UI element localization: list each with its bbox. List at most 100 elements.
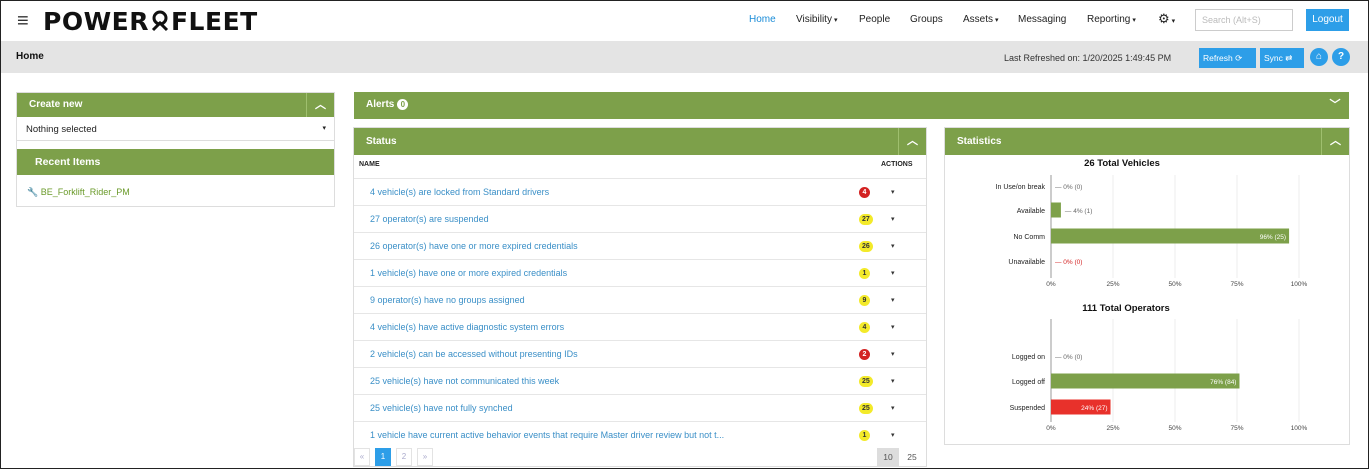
nav-assets[interactable]: Assets ▾: [963, 14, 999, 25]
app-window: ≡ POWER FLEET Home Visibility ▾ People Gro…: [0, 0, 1369, 469]
category-label: Available: [1017, 208, 1045, 215]
page-size-25[interactable]: 25: [901, 448, 923, 466]
status-row-link[interactable]: 25 vehicle(s) have not communicated this…: [370, 376, 559, 386]
logout-button[interactable]: Logout: [1306, 9, 1349, 31]
status-row[interactable]: 26 operator(s) have one or more expired …: [354, 232, 926, 259]
x-tick-label: 25%: [1106, 281, 1119, 288]
x-tick-label: 75%: [1230, 425, 1243, 432]
status-row[interactable]: 1 vehicle(s) have one or more expired cr…: [354, 259, 926, 286]
pagination-page-1[interactable]: 1: [375, 448, 391, 466]
status-row-link[interactable]: 1 vehicle(s) have one or more expired cr…: [370, 268, 567, 278]
bar: [1051, 202, 1061, 218]
favorite-home-icon[interactable]: ⌂: [1310, 48, 1328, 66]
category-label: Unavailable: [1008, 259, 1045, 266]
x-tick-label: 0%: [1046, 281, 1056, 288]
x-tick-label: 0%: [1046, 425, 1056, 432]
data-label: — 0% (0): [1055, 354, 1082, 361]
create-new-header: Create new ︿: [17, 93, 334, 117]
x-tick-label: 25%: [1106, 425, 1119, 432]
logo-text-right: FLEET: [170, 7, 258, 36]
chevron-down-icon: ▾: [995, 17, 999, 24]
search-input[interactable]: Search (Alt+S): [1195, 9, 1293, 31]
row-actions-dropdown-icon[interactable]: ▾: [891, 404, 895, 412]
nav-people[interactable]: People: [859, 14, 890, 25]
create-new-select[interactable]: Nothing selected ▾: [17, 121, 334, 141]
alerts-count-badge: 0: [397, 99, 409, 110]
nav-groups[interactable]: Groups: [910, 14, 943, 25]
nav-messaging[interactable]: Messaging: [1018, 14, 1066, 25]
sync-button[interactable]: Sync ⇄: [1260, 48, 1304, 68]
status-title: Status: [366, 136, 397, 147]
collapse-icon[interactable]: ︿: [898, 128, 926, 155]
row-actions-dropdown-icon[interactable]: ▾: [891, 377, 895, 385]
nav-visibility[interactable]: Visibility ▾: [796, 14, 837, 25]
status-row[interactable]: 27 operator(s) are suspended 27 ▾: [354, 205, 926, 232]
hamburger-menu-icon[interactable]: ≡: [17, 9, 29, 33]
row-actions-dropdown-icon[interactable]: ▾: [891, 431, 895, 439]
row-actions-dropdown-icon[interactable]: ▾: [891, 215, 895, 223]
breadcrumb-bar: Home Last Refreshed on: 1/20/2025 1:49:4…: [1, 41, 1368, 73]
data-label: — 4% (1): [1065, 208, 1092, 215]
breadcrumb: Home: [16, 51, 44, 62]
help-button[interactable]: ?: [1332, 48, 1350, 66]
expand-icon[interactable]: ﹀: [1321, 92, 1349, 119]
status-row-link[interactable]: 25 vehicle(s) have not fully synched: [370, 403, 513, 413]
status-row[interactable]: 4 vehicle(s) have active diagnostic syst…: [354, 313, 926, 340]
status-row-link[interactable]: 9 operator(s) have no groups assigned: [370, 295, 525, 305]
column-name: NAME: [359, 161, 380, 168]
settings-gear-icon[interactable]: ⚙ ▾: [1158, 11, 1175, 27]
data-label: 96% (25): [1260, 234, 1286, 241]
status-count-badge: 25: [859, 403, 873, 414]
nav-home[interactable]: Home: [749, 14, 776, 25]
status-row-link[interactable]: 4 vehicle(s) are locked from Standard dr…: [370, 187, 549, 197]
statistics-header: Statistics ︿: [945, 128, 1349, 155]
data-label: — 0% (0): [1055, 184, 1082, 191]
pagination-page-2[interactable]: 2: [396, 448, 412, 466]
status-count-badge: 9: [859, 295, 870, 306]
data-label: 76% (84): [1210, 379, 1236, 386]
refresh-button[interactable]: Refresh ⟳: [1199, 48, 1256, 68]
x-tick-label: 50%: [1168, 425, 1181, 432]
alerts-header[interactable]: Alerts 0 ﹀: [354, 92, 1349, 119]
pagination-prev[interactable]: «: [354, 448, 370, 466]
alerts-title: Alerts: [366, 99, 395, 110]
collapse-icon[interactable]: ︿: [306, 93, 334, 117]
status-row-link[interactable]: 1 vehicle have current active behavior e…: [370, 430, 724, 440]
row-actions-dropdown-icon[interactable]: ▾: [891, 188, 895, 196]
create-new-title: Create new: [29, 99, 83, 110]
status-row-link[interactable]: 26 operator(s) have one or more expired …: [370, 241, 578, 251]
chevron-down-icon: ▾: [1132, 17, 1136, 24]
row-actions-dropdown-icon[interactable]: ▾: [891, 242, 895, 250]
status-table-header: NAME ACTIONS: [354, 156, 926, 174]
status-row[interactable]: 2 vehicle(s) can be accessed without pre…: [354, 340, 926, 367]
status-row-link[interactable]: 4 vehicle(s) have active diagnostic syst…: [370, 322, 564, 332]
logo-mark-icon: [151, 10, 169, 32]
status-row[interactable]: 9 operator(s) have no groups assigned 9 ▾: [354, 286, 926, 313]
category-label: No Comm: [1013, 234, 1045, 241]
nav-reporting[interactable]: Reporting ▾: [1087, 14, 1136, 25]
status-row-link[interactable]: 2 vehicle(s) can be accessed without pre…: [370, 349, 578, 359]
page-size-10[interactable]: 10: [877, 448, 899, 466]
row-actions-dropdown-icon[interactable]: ▾: [891, 350, 895, 358]
collapse-icon[interactable]: ︿: [1321, 128, 1349, 155]
status-count-badge: 4: [859, 322, 870, 333]
recent-item[interactable]: 🔧 BE_Forklift_Rider_PM: [27, 187, 130, 198]
row-actions-dropdown-icon[interactable]: ▾: [891, 269, 895, 277]
status-row[interactable]: 1 vehicle have current active behavior e…: [354, 421, 926, 448]
status-row[interactable]: 4 vehicle(s) are locked from Standard dr…: [354, 178, 926, 205]
status-row[interactable]: 25 vehicle(s) have not communicated this…: [354, 367, 926, 394]
bar: [1051, 228, 1290, 244]
status-row[interactable]: 25 vehicle(s) have not fully synched 25 ▾: [354, 394, 926, 421]
row-actions-dropdown-icon[interactable]: ▾: [891, 323, 895, 331]
vehicles-chart-title: 26 Total Vehicles: [1084, 158, 1160, 169]
data-label: 24% (27): [1081, 405, 1107, 412]
x-tick-label: 100%: [1291, 281, 1308, 288]
pagination-next[interactable]: »: [417, 448, 433, 466]
row-actions-dropdown-icon[interactable]: ▾: [891, 296, 895, 304]
status-count-badge: 25: [859, 376, 873, 387]
operators-chart: Logged on — 0% (0) Logged off 76% (84) Suspe…: [1010, 319, 1308, 432]
status-row-link[interactable]: 27 operator(s) are suspended: [370, 214, 489, 224]
brand-logo[interactable]: POWER FLEET: [43, 7, 258, 36]
last-refreshed-text: Last Refreshed on: 1/20/2025 1:49:45 PM: [1004, 53, 1172, 63]
statistics-title: Statistics: [957, 136, 1002, 147]
